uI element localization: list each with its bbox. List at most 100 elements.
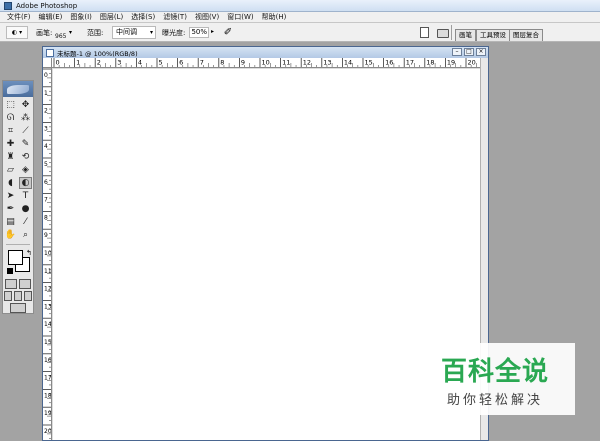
eyedropper-tool-icon[interactable]: ⁄ xyxy=(19,216,32,228)
range-value: 中间调 xyxy=(116,28,137,36)
photoshop-logo-icon xyxy=(4,1,12,10)
default-colors-icon[interactable] xyxy=(7,268,13,274)
ruler-origin[interactable] xyxy=(43,58,52,68)
ruler-v-label: 2 xyxy=(44,108,48,115)
close-button[interactable]: × xyxy=(476,48,486,56)
watermark-title: 百科全说 xyxy=(440,357,549,387)
paint-bucket-tool-icon[interactable]: ◈ xyxy=(19,164,32,176)
ruler-h-label: 2 xyxy=(97,59,101,67)
ruler-v-label: 9 xyxy=(44,232,48,239)
range-select[interactable]: 中间调 ▾ xyxy=(112,26,156,39)
ruler-v-label: 3 xyxy=(44,125,48,132)
menu-edit[interactable]: 编辑(E) xyxy=(35,12,67,23)
ruler-v-label: 15 xyxy=(44,339,52,346)
move-tool-icon[interactable]: ✥ xyxy=(19,99,32,111)
standard-mode-icon[interactable] xyxy=(5,279,17,289)
hand-tool-icon[interactable]: ✋ xyxy=(4,229,17,241)
ruler-h-label: 3 xyxy=(117,59,121,67)
jump-row xyxy=(3,303,33,313)
tab-tool-presets[interactable]: 工具预设 xyxy=(476,29,510,41)
magic-wand-tool-icon[interactable]: ⁂ xyxy=(19,112,32,124)
brush-dropdown-icon[interactable]: ▾ xyxy=(69,29,75,36)
healing-brush-tool-icon[interactable]: ✚ xyxy=(4,138,17,150)
menu-view[interactable]: 视图(V) xyxy=(191,12,223,23)
ruler-v-label: 13 xyxy=(44,303,52,310)
document-icon xyxy=(46,48,54,57)
type-tool-icon[interactable]: T xyxy=(19,190,32,202)
menu-help[interactable]: 帮助(H) xyxy=(258,12,291,23)
tool-preset-picker[interactable]: ◐ ▾ xyxy=(6,26,28,39)
marquee-tool-icon[interactable]: ⬚ xyxy=(4,99,17,111)
full-screen-menu-mode-icon[interactable] xyxy=(14,291,22,301)
ruler-v-label: 20 xyxy=(44,428,52,435)
vertical-ruler[interactable]: 0 1 2 3 4 5 6 7 8 9 10 11 12 13 14 15 16 17 18 19 20 xyxy=(43,68,52,440)
menu-bar: 文件(F) 编辑(E) 图象(I) 图层(L) 选择(S) 滤镜(T) 视图(V… xyxy=(0,12,600,23)
zoom-tool-icon[interactable]: ⌕ xyxy=(19,229,32,241)
ruler-h-label: 5 xyxy=(159,59,163,67)
ruler-h-label: 16 xyxy=(385,59,393,67)
menu-image[interactable]: 图象(I) xyxy=(66,12,96,23)
ruler-h-label: 0 xyxy=(56,59,60,67)
toolbox: ⬚ ✥ ᘏ ⁂ ⌗ ⟋ ✚ ✎ ♜ ⟲ ▱ ◈ ◖ ◐ ➤ T ✒ ● ▤ ⁄ ✋ ⌕ ↰ xyxy=(2,80,34,314)
brush-size-value[interactable]: 965 xyxy=(55,33,66,40)
menu-select[interactable]: 选择(S) xyxy=(127,12,159,23)
ruler-h-label: 7 xyxy=(200,59,204,67)
menu-window[interactable]: 窗口(W) xyxy=(223,12,257,23)
menu-filter[interactable]: 滤镜(T) xyxy=(159,12,191,23)
lasso-tool-icon[interactable]: ᘏ xyxy=(4,112,17,124)
chevron-down-icon: ▾ xyxy=(149,29,153,36)
eraser-tool-icon[interactable]: ▱ xyxy=(4,164,17,176)
horizontal-ruler[interactable]: 0 1 2 3 4 5 6 7 8 9 10 11 12 13 14 15 16 17 18 19 20 xyxy=(52,58,480,68)
crop-tool-icon[interactable]: ⌗ xyxy=(4,125,17,137)
watermark: 百科全说 助你轻松解决 xyxy=(415,343,575,415)
clone-stamp-tool-icon[interactable]: ♜ xyxy=(4,151,17,163)
jump-to-imageready-icon[interactable] xyxy=(10,303,26,313)
brush-label: 画笔: xyxy=(36,29,53,37)
menu-layer[interactable]: 图层(L) xyxy=(96,12,127,23)
vertical-ruler-ticks: 01234567891011121314151617181920 xyxy=(43,68,52,439)
minimize-button[interactable]: – xyxy=(452,48,462,56)
ruler-v-label: 1 xyxy=(44,90,48,97)
quick-mask-mode-icon[interactable] xyxy=(19,279,31,289)
ruler-h-label: 17 xyxy=(406,59,414,67)
history-brush-tool-icon[interactable]: ⟲ xyxy=(19,151,32,163)
ruler-h-label: 14 xyxy=(344,59,352,67)
exposure-input[interactable]: 50% xyxy=(189,27,209,38)
brush-tool-icon[interactable]: ✎ xyxy=(19,138,32,150)
adobe-feather-icon xyxy=(7,84,29,94)
notes-tool-icon[interactable]: ▤ xyxy=(4,216,17,228)
exposure-slider-arrow-icon[interactable]: ▸ xyxy=(211,28,214,35)
ruler-v-label: 0 xyxy=(44,72,48,79)
swap-colors-icon[interactable]: ↰ xyxy=(26,249,32,257)
blur-tool-icon[interactable]: ◖ xyxy=(4,177,17,189)
full-screen-mode-icon[interactable] xyxy=(24,291,32,301)
ruler-v-label: 16 xyxy=(44,357,52,364)
ruler-v-label: 10 xyxy=(44,250,52,257)
ruler-h-label: 13 xyxy=(323,59,331,67)
dodge-tool-icon[interactable]: ◐ xyxy=(19,177,32,189)
ruler-v-label: 11 xyxy=(44,268,52,275)
path-select-tool-icon[interactable]: ➤ xyxy=(4,190,17,202)
foreground-color-swatch[interactable] xyxy=(8,250,23,265)
tab-brushes[interactable]: 画笔 xyxy=(455,29,476,41)
toolbox-header[interactable] xyxy=(3,81,33,97)
standard-screen-mode-icon[interactable] xyxy=(4,291,12,301)
ruler-h-label: 10 xyxy=(262,59,270,67)
ruler-v-label: 17 xyxy=(44,375,52,382)
slice-tool-icon[interactable]: ⟋ xyxy=(19,125,32,137)
tab-layer-comps[interactable]: 图层复合 xyxy=(509,29,543,41)
ruler-h-label: 19 xyxy=(447,59,455,67)
ruler-h-label: 12 xyxy=(303,59,311,67)
palette-well-icon[interactable] xyxy=(437,29,449,38)
menu-file[interactable]: 文件(F) xyxy=(3,12,35,23)
file-browser-icon[interactable] xyxy=(420,27,429,38)
ruler-v-label: 19 xyxy=(44,410,52,417)
app-title-bar: Adobe Photoshop xyxy=(0,0,600,12)
airbrush-toggle-icon[interactable]: ✐ xyxy=(221,26,235,39)
maximize-button[interactable]: □ xyxy=(464,48,474,56)
shape-tool-icon[interactable]: ● xyxy=(19,203,32,215)
color-swatches: ↰ xyxy=(5,248,32,276)
pen-tool-icon[interactable]: ✒ xyxy=(4,203,17,215)
ruler-h-label: 1 xyxy=(76,59,80,67)
document-title-bar[interactable]: 未标题-1 @ 100%(RGB/8) xyxy=(43,47,488,58)
